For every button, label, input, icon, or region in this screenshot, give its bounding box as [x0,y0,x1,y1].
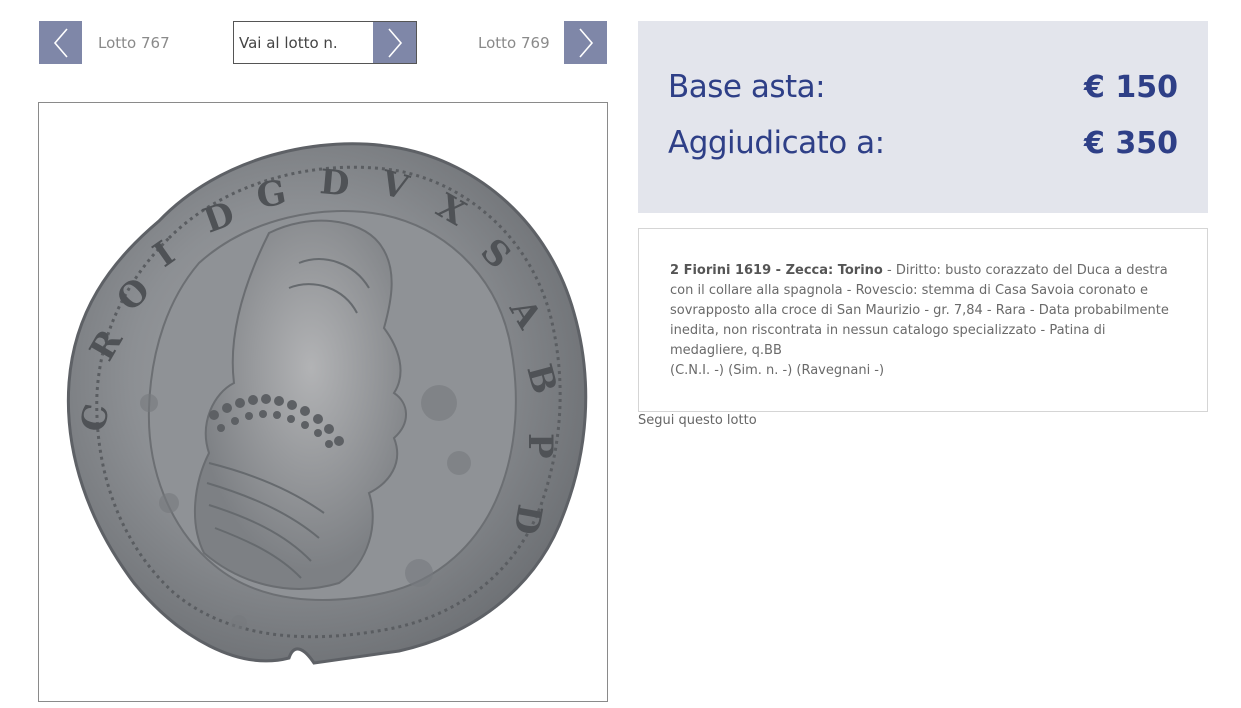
awarded-price-label: Aggiudicato a: [668,125,885,161]
lot-description-box: 2 Fiorini 1619 - Zecca: Torino - Diritto… [638,228,1208,412]
chevron-left-icon [53,27,68,58]
next-lot-button[interactable] [564,21,607,64]
follow-lot-link[interactable]: Segui questo lotto [638,413,757,428]
lot-image[interactable]: R O I D G D V X S A B P D C [38,102,608,702]
prev-lot-link[interactable]: Lotto 767 [98,34,170,52]
coin-image: R O I D G D V X S A B P D C [66,142,588,665]
goto-lot-input[interactable] [234,22,373,63]
lot-title: 2 Fiorini 1619 - Zecca: Torino [670,263,883,278]
svg-text:P: P [520,433,560,459]
price-panel: Base asta: € 150 Aggiudicato a: € 350 [638,21,1208,213]
base-price-value: € 150 [1084,70,1178,105]
lot-description: 2 Fiorini 1619 - Zecca: Torino - Diritto… [670,261,1177,381]
chevron-right-icon [387,27,402,58]
goto-lot-button[interactable] [373,22,416,63]
goto-lot-form [233,21,417,64]
prev-lot-button[interactable] [39,21,82,64]
title-separator: - [882,263,896,278]
chevron-right-icon [578,27,593,58]
base-price-row: Base asta: € 150 [668,69,1178,105]
awarded-price-value: € 350 [1084,126,1178,161]
lot-references: (C.N.I. -) (Sim. n. -) (Ravegnani -) [670,363,885,378]
svg-text:D: D [318,162,351,204]
base-price-label: Base asta: [668,69,826,105]
next-lot-link[interactable]: Lotto 769 [478,34,550,52]
awarded-price-row: Aggiudicato a: € 350 [668,125,1178,161]
